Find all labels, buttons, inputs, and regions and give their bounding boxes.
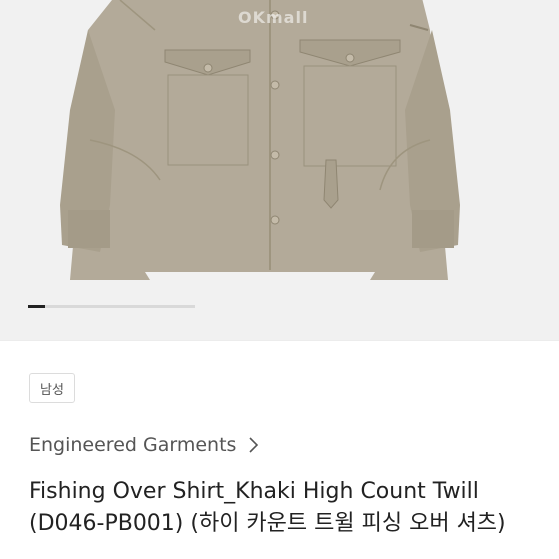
product-shirt-image xyxy=(60,0,460,280)
brand-link[interactable]: Engineered Garments xyxy=(29,434,260,456)
gender-tag[interactable]: 남성 xyxy=(29,373,75,403)
chevron-right-icon xyxy=(249,437,259,453)
gallery-progress-indicator xyxy=(28,305,45,308)
product-image-gallery[interactable]: OKmall xyxy=(0,0,559,340)
brand-name: Engineered Garments xyxy=(29,434,237,456)
watermark-text: OKmall xyxy=(238,8,309,27)
product-title: Fishing Over Shirt_Khaki High Count Twil… xyxy=(29,479,506,536)
section-divider xyxy=(0,340,559,341)
gallery-progress-track xyxy=(28,305,195,308)
